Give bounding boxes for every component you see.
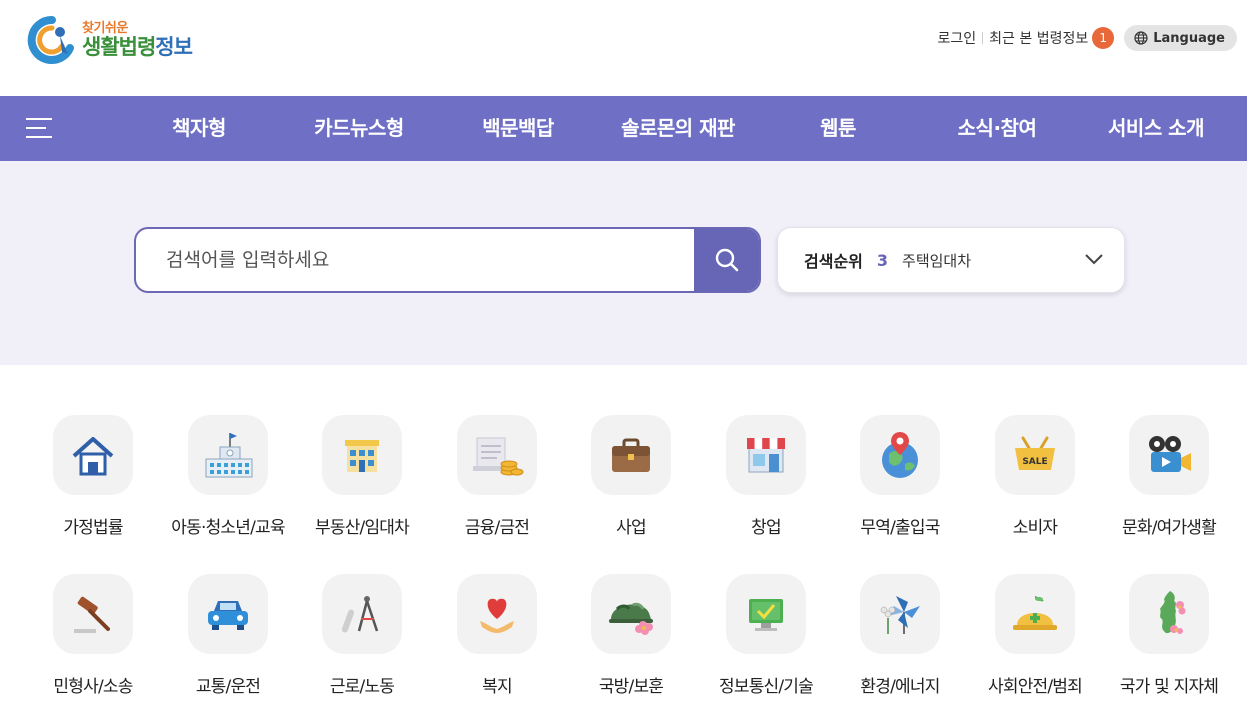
korea-map-icon <box>1129 574 1209 654</box>
car-icon <box>188 574 268 654</box>
search-ranking-dropdown[interactable]: 검색순위 3 주택임대차 <box>777 227 1125 293</box>
search-input[interactable] <box>136 229 696 291</box>
category-label: 복지 <box>482 677 512 697</box>
compass-tools-icon <box>322 574 402 654</box>
category-label: 문화/여가생활 <box>1122 518 1217 538</box>
search-section: 검색순위 3 주택임대차 <box>0 161 1247 365</box>
category-label: 환경/에너지 <box>860 677 940 697</box>
logo-tagline: 찾기쉬운 <box>82 21 128 36</box>
school-icon <box>188 415 268 495</box>
ranking-term[interactable]: 주택임대차 <box>902 250 971 271</box>
category-public-safety[interactable]: 사회안전/범죄 <box>965 574 1105 697</box>
building-icon <box>322 415 402 495</box>
briefcase-icon <box>591 415 671 495</box>
storefront-icon <box>726 415 806 495</box>
category-labor[interactable]: 근로/노동 <box>292 574 432 697</box>
search-button[interactable] <box>694 229 759 291</box>
category-ict[interactable]: 정보통신/기술 <box>696 574 836 697</box>
nav-item-cardnews[interactable]: 카드뉴스형 <box>314 96 404 161</box>
category-traffic-driving[interactable]: 교통/운전 <box>158 574 298 697</box>
military-cap-icon <box>591 574 671 654</box>
monitor-icon <box>726 574 806 654</box>
chevron-down-icon <box>1085 254 1103 265</box>
category-youth-education[interactable]: 아동·청소년/교육 <box>158 415 298 538</box>
category-label: 금융/금전 <box>464 518 530 538</box>
globe-icon <box>1134 31 1148 45</box>
category-label: 부동산/임대차 <box>315 518 410 538</box>
category-label: 정보통신/기술 <box>719 677 814 697</box>
category-label: 교통/운전 <box>195 677 261 697</box>
site-logo[interactable]: 찾기쉬운 생활법령정보 <box>26 12 226 68</box>
category-label: 국가 및 지자체 <box>1119 677 1219 697</box>
category-family-law[interactable]: 가정법률 <box>23 415 163 538</box>
category-label: 사업 <box>616 518 646 538</box>
category-state-local-gov[interactable]: 국가 및 지자체 <box>1099 574 1239 697</box>
search-icon <box>715 248 738 272</box>
house-icon <box>53 415 133 495</box>
nav-item-news[interactable]: 소식·참여 <box>958 96 1037 161</box>
main-nav: 책자형 카드뉴스형 백문백답 솔로몬의 재판 웹툰 소식·참여 서비스 소개 <box>0 96 1247 161</box>
language-label: Language <box>1153 30 1225 46</box>
globe-pin-icon <box>860 415 940 495</box>
category-label: 무역/출입국 <box>860 518 940 538</box>
category-label: 근로/노동 <box>329 677 395 697</box>
category-environment-energy[interactable]: 환경/에너지 <box>830 574 970 697</box>
category-finance[interactable]: 금융/금전 <box>427 415 567 538</box>
search-box <box>134 227 761 293</box>
category-welfare[interactable]: 복지 <box>427 574 567 697</box>
login-link[interactable]: 로그인 <box>938 28 977 48</box>
category-label: 사회안전/범죄 <box>988 677 1083 697</box>
nav-item-about[interactable]: 서비스 소개 <box>1108 96 1204 161</box>
windmill-icon <box>860 574 940 654</box>
category-business[interactable]: 사업 <box>561 415 701 538</box>
utility-links: 로그인 최근 본 법령정보 1 Language <box>938 24 1237 52</box>
gavel-icon <box>53 574 133 654</box>
logo-title-sub: 정보 <box>155 35 193 59</box>
nav-item-qna[interactable]: 백문백답 <box>482 96 554 161</box>
category-civil-criminal[interactable]: 민형사/소송 <box>23 574 163 697</box>
category-startup[interactable]: 창업 <box>696 415 836 538</box>
hamburger-icon[interactable] <box>26 116 52 140</box>
category-label: 국방/보훈 <box>598 677 664 697</box>
shopping-basket-icon: SALE <box>995 415 1075 495</box>
divider <box>982 32 984 44</box>
language-button[interactable]: Language <box>1124 25 1237 51</box>
category-real-estate[interactable]: 부동산/임대차 <box>292 415 432 538</box>
logo-title-main: 생활법령 <box>82 35 156 59</box>
category-label: 가정법률 <box>63 518 123 538</box>
ranking-label: 검색순위 <box>804 252 863 271</box>
top-header: 찾기쉬운 생활법령정보 로그인 최근 본 법령정보 1 Language <box>0 0 1247 96</box>
category-label: 아동·청소년/교육 <box>171 518 285 538</box>
svg-text:SALE: SALE <box>1022 457 1047 467</box>
heart-hand-icon <box>457 574 537 654</box>
nav-item-booklet[interactable]: 책자형 <box>172 96 226 161</box>
logo-mark-icon <box>26 14 78 66</box>
category-label: 민형사/소송 <box>53 677 133 697</box>
category-culture-leisure[interactable]: 문화/여가생활 <box>1099 415 1239 538</box>
recent-count-badge: 1 <box>1092 27 1115 49</box>
film-camera-icon <box>1129 415 1209 495</box>
money-icon <box>457 415 537 495</box>
category-defense-veterans[interactable]: 국방/보훈 <box>561 574 701 697</box>
recent-laws-link[interactable]: 최근 본 법령정보 <box>989 28 1088 48</box>
category-trade-immigration[interactable]: 무역/출입국 <box>830 415 970 538</box>
nav-item-solomon[interactable]: 솔로몬의 재판 <box>621 96 735 161</box>
category-label: 창업 <box>751 518 781 538</box>
safety-helmet-icon <box>995 574 1075 654</box>
category-consumer[interactable]: SALE 소비자 <box>965 415 1105 538</box>
ranking-number: 3 <box>876 250 889 270</box>
nav-item-webtoon[interactable]: 웹툰 <box>820 96 856 161</box>
category-label: 소비자 <box>1012 518 1058 538</box>
